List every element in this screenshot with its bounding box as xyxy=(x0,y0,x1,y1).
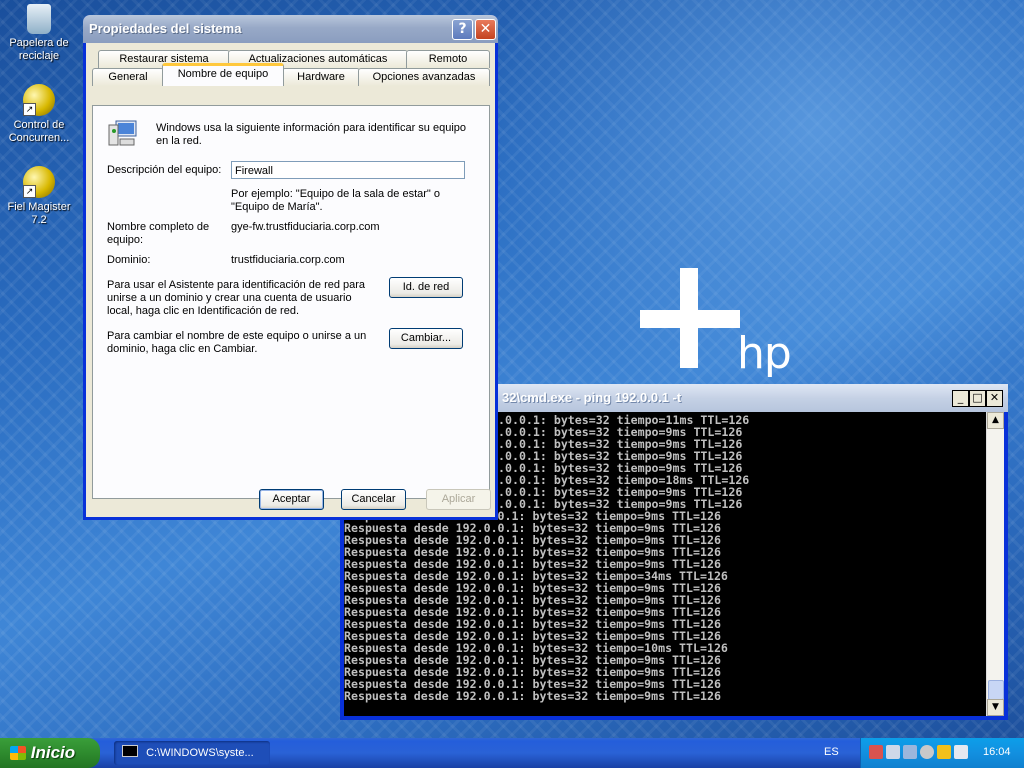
tab-hardware[interactable]: Hardware xyxy=(282,68,360,86)
shortcut-arrow-icon: ↗ xyxy=(23,185,36,198)
hp-plus-logo-bar xyxy=(640,310,740,328)
tab-nombre-de-equipo[interactable]: Nombre de equipo xyxy=(162,63,284,86)
taskbar: Inicio C:\WINDOWS\syste... ES 16:04 xyxy=(0,738,1024,768)
vertical-scrollbar[interactable]: ▲ ▼ xyxy=(986,412,1004,716)
tray-app-icon[interactable] xyxy=(954,745,968,759)
domain-value: trustfiduciaria.corp.com xyxy=(231,254,345,266)
ok-button[interactable]: Aceptar xyxy=(259,489,324,510)
computer-icon xyxy=(108,120,137,146)
network-icon[interactable] xyxy=(903,745,917,759)
windows-logo-icon xyxy=(10,746,26,760)
scroll-up-arrow-icon[interactable]: ▲ xyxy=(987,412,1004,429)
description-label: Descripción del equipo: xyxy=(107,164,222,176)
tray-app-icon[interactable] xyxy=(937,745,951,759)
desktop-icon-control-concurrencia[interactable]: ↗ Control de Concurren... xyxy=(1,84,77,145)
tab-remoto[interactable]: Remoto xyxy=(406,50,490,68)
dialog-titlebar[interactable]: Propiedades del sistema ? ✕ xyxy=(83,15,498,43)
apply-button[interactable]: Aplicar xyxy=(426,489,491,510)
taskbar-item-label: C:\WINDOWS\syste... xyxy=(146,747,254,759)
desktop-icon-label: Fiel Magister 7.2 xyxy=(7,201,71,226)
tab-general[interactable]: General xyxy=(92,68,164,86)
change-button[interactable]: Cambiar... xyxy=(389,328,463,349)
shortcut-arrow-icon: ↗ xyxy=(23,103,36,116)
desktop-icon-recycle-bin[interactable]: Papelera de reciclaje xyxy=(1,4,77,63)
system-properties-dialog: Propiedades del sistema ? ✕ Restaurar si… xyxy=(83,15,498,520)
network-id-text: Para usar el Asistente para identificaci… xyxy=(107,279,366,317)
language-indicator[interactable]: ES xyxy=(824,746,839,758)
cmd-icon xyxy=(122,745,138,757)
dialog-title: Propiedades del sistema xyxy=(89,21,242,36)
hp-brand-text: hp xyxy=(737,328,792,379)
intro-text: Windows usa la siguiente información par… xyxy=(156,122,467,147)
start-label: Inicio xyxy=(30,743,76,762)
cancel-button[interactable]: Cancelar xyxy=(341,489,406,510)
computer-description-field[interactable]: Firewall xyxy=(231,161,465,179)
fullname-value: gye-fw.trustfiduciaria.corp.com xyxy=(231,221,380,233)
desktop-icon-label: Control de Concurren... xyxy=(8,119,70,144)
close-button[interactable]: ✕ xyxy=(986,390,1003,407)
desktop-icon-label: Papelera de reciclaje xyxy=(9,37,69,62)
rename-text: Para cambiar el nombre de este equipo o … xyxy=(107,330,367,355)
start-button[interactable]: Inicio xyxy=(0,738,100,768)
cmd-title: 32\cmd.exe - ping 192.0.0.1 -t xyxy=(502,390,682,405)
example-text: Por ejemplo: "Equipo de la sala de estar… xyxy=(231,188,440,213)
tab-opciones-avanzadas[interactable]: Opciones avanzadas xyxy=(358,68,490,86)
maximize-button[interactable]: □ xyxy=(969,390,986,407)
scroll-down-arrow-icon[interactable]: ▼ xyxy=(987,699,1004,716)
dialog-body: Restaurar sistema Actualizaciones automá… xyxy=(86,43,495,517)
tray-app-icon[interactable] xyxy=(869,745,883,759)
network-icon[interactable] xyxy=(886,745,900,759)
app-shortcut-icon: ↗ xyxy=(23,84,55,116)
clock[interactable]: 16:04 xyxy=(983,746,1011,758)
app-shortcut-icon: ↗ xyxy=(23,166,55,198)
domain-label: Dominio: xyxy=(107,254,151,266)
recycle-bin-icon xyxy=(27,4,51,34)
console-line: Respuesta desde 192.0.0.1: bytes=32 tiem… xyxy=(344,689,721,703)
taskbar-item-cmd[interactable]: C:\WINDOWS\syste... xyxy=(114,741,270,765)
tab-panel: Windows usa la siguiente información par… xyxy=(92,105,490,499)
system-tray: 16:04 xyxy=(860,738,1024,768)
help-button[interactable]: ? xyxy=(452,19,473,40)
minimize-button[interactable]: _ xyxy=(952,390,969,407)
close-button[interactable]: ✕ xyxy=(475,19,496,40)
speaker-icon[interactable] xyxy=(920,745,934,759)
network-id-button[interactable]: Id. de red xyxy=(389,277,463,298)
fullname-label: Nombre completo de equipo: xyxy=(107,221,210,246)
desktop-icon-fiel-magister[interactable]: ↗ Fiel Magister 7.2 xyxy=(1,166,77,227)
scroll-thumb[interactable] xyxy=(988,680,1004,700)
